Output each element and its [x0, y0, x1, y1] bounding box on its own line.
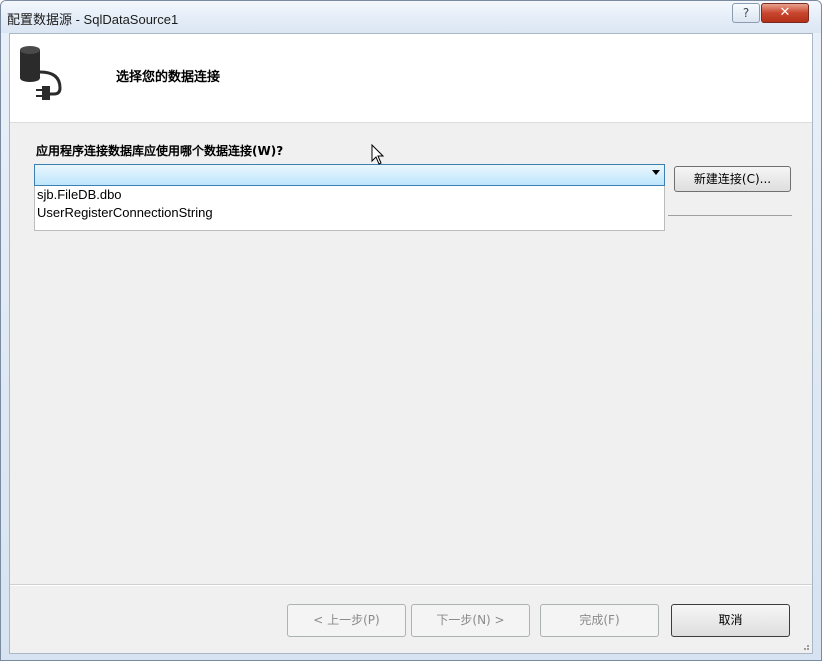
connection-dropdown-list: sjb.FileDB.dbo UserRegisterConnectionStr… — [34, 186, 665, 231]
finish-button[interactable]: 完成(F) — [540, 604, 659, 637]
wizard-header: 选择您的数据连接 — [10, 34, 812, 123]
divider — [668, 215, 792, 216]
next-button[interactable]: 下一步(N) > — [411, 604, 530, 637]
cancel-button[interactable]: 取消 — [671, 604, 790, 637]
dialog-client-area: 选择您的数据连接 应用程序连接数据库应使用哪个数据连接(W)? sjb.File… — [9, 33, 813, 654]
mouse-cursor-icon — [371, 144, 385, 165]
dropdown-item[interactable]: sjb.FileDB.dbo — [35, 186, 664, 204]
chevron-down-icon[interactable] — [652, 170, 660, 175]
resize-grip-icon[interactable] — [800, 641, 810, 651]
connection-question-label: 应用程序连接数据库应使用哪个数据连接(W)? — [36, 144, 284, 158]
window-title: 配置数据源 - SqlDataSource1 — [7, 12, 179, 27]
previous-button[interactable]: < 上一步(P) — [287, 604, 406, 637]
help-button[interactable]: ? — [732, 3, 760, 23]
close-button[interactable]: ✕ — [761, 3, 809, 23]
connection-combobox[interactable] — [34, 164, 665, 186]
dropdown-item[interactable]: UserRegisterConnectionString — [35, 204, 664, 222]
footer-divider-highlight — [10, 585, 812, 586]
configure-datasource-dialog: 配置数据源 - SqlDataSource1 ? ✕ 选择您的数据连接 应用程序… — [0, 0, 822, 661]
new-connection-button[interactable]: 新建连接(C)... — [674, 166, 791, 192]
page-title: 选择您的数据连接 — [116, 70, 221, 85]
database-connection-icon — [20, 46, 62, 100]
title-bar[interactable]: 配置数据源 - SqlDataSource1 ? ✕ — [1, 1, 821, 33]
